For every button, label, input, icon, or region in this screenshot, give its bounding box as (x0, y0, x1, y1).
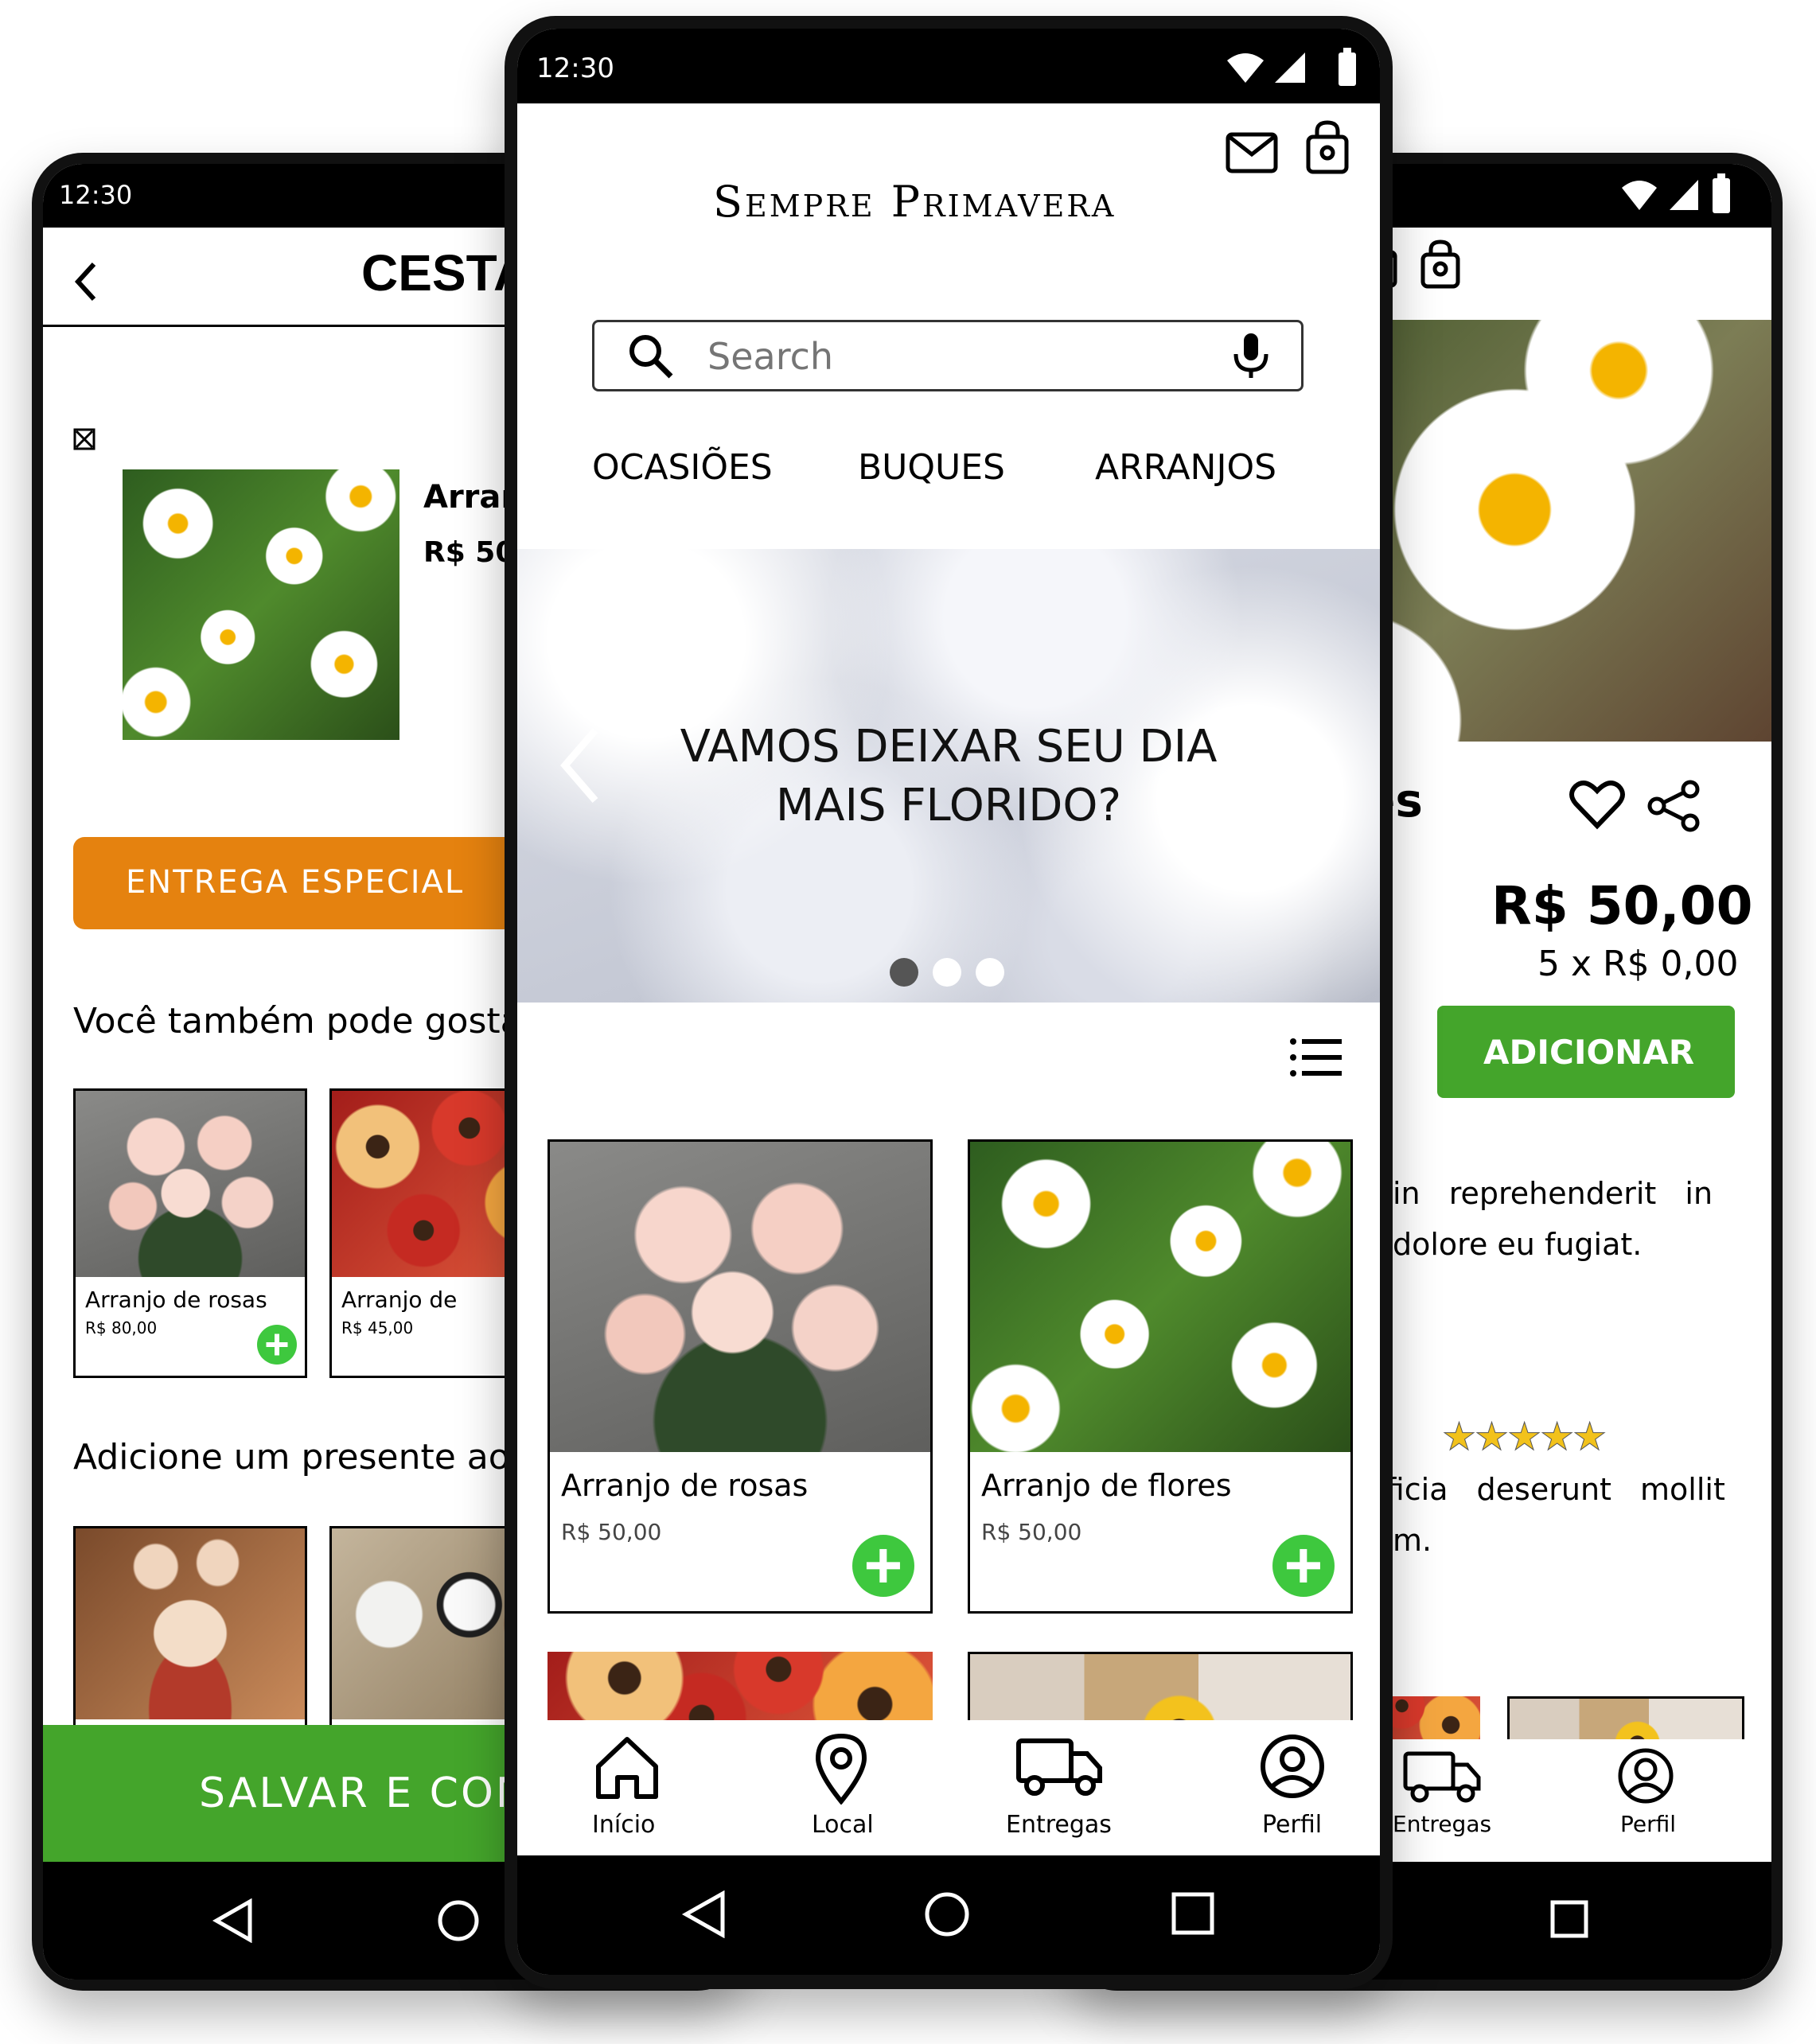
carousel-dot[interactable] (976, 958, 1004, 987)
truck-icon (1403, 1751, 1481, 1803)
product-card[interactable]: Arranjo de rosas R$ 50,00 (548, 1139, 933, 1614)
special-delivery-label: ENTREGA ESPECIAL (126, 864, 465, 901)
nav-label: Perfil (1620, 1811, 1677, 1837)
banner-headline: MAIS FLORIDO? (775, 780, 1122, 831)
add-to-cart-icon[interactable] (1272, 1535, 1335, 1597)
category-tab-buques[interactable]: BUQUES (858, 447, 1005, 488)
nav-perfil[interactable]: Perfil (1233, 1728, 1353, 1847)
share-icon[interactable] (1646, 780, 1701, 832)
signal-icon (1275, 53, 1305, 83)
center-phone: 12:30 Sempre Primavera OCASIÕES BUQUES A… (505, 16, 1393, 1989)
search-input[interactable] (706, 333, 1187, 380)
carousel-dot[interactable] (933, 958, 961, 987)
list-view-icon[interactable] (1289, 1038, 1343, 1077)
profile-icon (1261, 1734, 1324, 1798)
nav-label: Perfil (1262, 1811, 1323, 1839)
add-to-cart-label: ADICIONAR (1483, 1033, 1695, 1072)
back-triangle-icon[interactable] (212, 1898, 256, 1943)
shopping-bag-icon[interactable] (1420, 239, 1461, 290)
suggestion-price: R$ 80,00 (85, 1318, 158, 1337)
description-line: in reprehenderit in (1393, 1176, 1713, 1211)
bottom-nav: Início Local Entregas Perfil (517, 1720, 1380, 1855)
installments: 5 x R$ 0,00 (1537, 944, 1739, 984)
center-screen: 12:30 Sempre Primavera OCASIÕES BUQUES A… (517, 29, 1380, 1975)
product-image (970, 1142, 1350, 1452)
carousel-dot-active[interactable] (890, 958, 918, 987)
shopping-bag-icon[interactable] (1305, 119, 1350, 175)
home-icon (596, 1737, 658, 1799)
truck-icon (1016, 1738, 1102, 1796)
category-tab-ocasioes[interactable]: OCASIÕES (592, 447, 773, 488)
nav-label: Início (592, 1811, 656, 1839)
brand-logo: Sempre Primavera (713, 177, 1116, 227)
banner-headline: VAMOS DEIXAR SEU DIA (680, 721, 1218, 773)
suggestion-name: Arranjo de (341, 1287, 458, 1313)
review-line: m. (1393, 1523, 1432, 1558)
back-button[interactable] (70, 258, 102, 306)
suggestions-heading: Você também pode gostar (73, 1001, 536, 1041)
nav-entregas[interactable]: Entregas (990, 1728, 1133, 1847)
nav-label: Entregas (1006, 1811, 1112, 1839)
category-tab-arranjos[interactable]: ARRANJOS (1095, 447, 1276, 488)
nav-perfil[interactable]: Perfil (1587, 1739, 1698, 1851)
battery-icon (1713, 173, 1730, 213)
clock: 12:30 (59, 180, 133, 210)
suggestion-price: R$ 45,00 (341, 1318, 414, 1337)
nav-label: Entregas (1393, 1811, 1492, 1837)
battery-icon (1339, 48, 1356, 86)
product-price: R$ 50,00 (981, 1519, 1082, 1545)
nav-inicio[interactable]: Início (565, 1728, 684, 1847)
heart-icon[interactable] (1569, 780, 1625, 831)
chevron-left-icon (74, 262, 96, 302)
search-bar[interactable] (592, 320, 1304, 391)
add-to-cart-icon[interactable] (852, 1535, 914, 1597)
rating-stars: ★★★★★ (1441, 1415, 1607, 1460)
add-to-cart-button[interactable]: ADICIONAR (1437, 1006, 1735, 1098)
product-price: R$ 50,00 (1491, 875, 1753, 936)
back-triangle-icon[interactable] (681, 1890, 729, 1938)
suggestion-image (76, 1091, 305, 1277)
suggestion-name: Arranjo de rosas (85, 1287, 267, 1313)
wifi-icon (1622, 181, 1657, 210)
signal-icon (1670, 180, 1698, 210)
product-image (550, 1142, 930, 1452)
home-circle-icon[interactable] (436, 1898, 481, 1943)
nav-label: Local (812, 1811, 874, 1839)
product-name: Arranjo de rosas (561, 1468, 809, 1503)
review-line: fficia deserunt mollit (1375, 1472, 1725, 1507)
product-price: R$ 50,00 (561, 1519, 662, 1545)
add-to-cart-icon[interactable] (257, 1325, 297, 1365)
profile-icon (1618, 1748, 1674, 1804)
search-icon (629, 335, 673, 379)
wifi-icon (1227, 53, 1264, 83)
product-card[interactable]: Arranjo de flores R$ 50,00 (968, 1139, 1353, 1614)
description-line: dolore eu fugiat. (1393, 1227, 1643, 1262)
location-pin-icon (815, 1733, 867, 1805)
gift-card[interactable] (73, 1526, 307, 1733)
product-name: Arranjo de flores (981, 1468, 1232, 1503)
mail-icon[interactable] (1226, 132, 1278, 173)
clock: 12:30 (536, 53, 614, 84)
recents-square-icon[interactable] (1171, 1892, 1214, 1935)
recents-square-icon[interactable] (1550, 1900, 1588, 1938)
suggestion-card[interactable]: Arranjo de rosas R$ 80,00 (73, 1088, 307, 1378)
microphone-icon[interactable] (1231, 332, 1271, 380)
remove-item-checkbox[interactable] (73, 428, 95, 450)
status-bar: 12:30 (517, 29, 1380, 103)
nav-local[interactable]: Local (780, 1728, 899, 1847)
promo-banner[interactable]: VAMOS DEIXAR SEU DIA MAIS FLORIDO? (517, 549, 1380, 1003)
gift-image (76, 1528, 305, 1719)
home-circle-icon[interactable] (923, 1890, 971, 1938)
cart-item-image (123, 469, 399, 740)
system-nav-bar (517, 1855, 1380, 1975)
nav-entregas[interactable]: Entregas (1380, 1739, 1507, 1851)
